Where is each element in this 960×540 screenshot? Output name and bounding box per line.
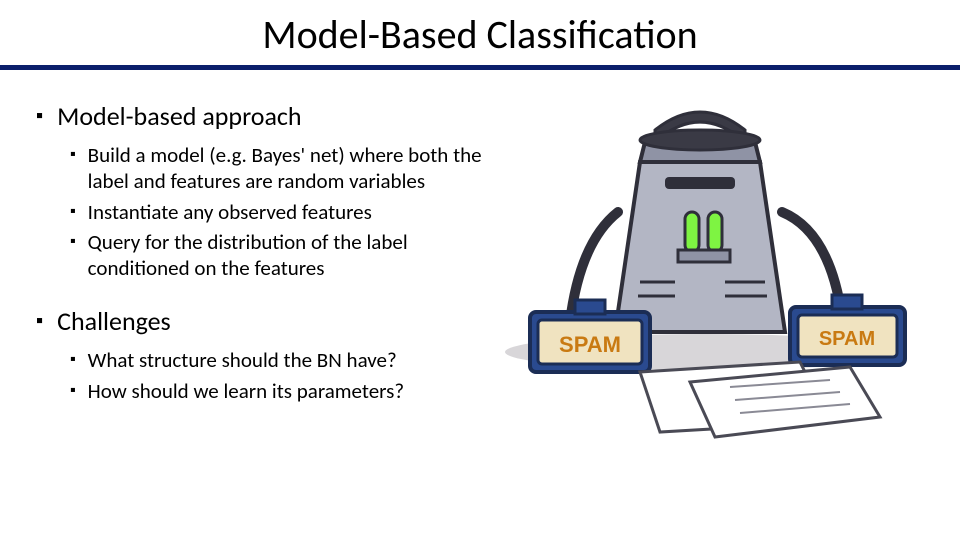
list-item-text: Build a model (e.g. Bayes' net) where bo… [88, 142, 490, 195]
title-rule [0, 65, 960, 70]
section-heading-text: Model-based approach [57, 100, 301, 132]
content-area: ▪ Model-based approach ▪ Build a model (… [0, 92, 960, 428]
bullet-icon: ▪ [70, 347, 76, 373]
list-item: ▪ How should we learn its parameters? [70, 378, 490, 404]
list-item-text: Query for the distribution of the label … [88, 229, 490, 282]
list-item-text: What structure should the BN have? [88, 347, 397, 373]
slide: Model-Based Classification ▪ Model-based… [0, 0, 960, 540]
robot-illustration: SPAM SPAM [490, 82, 920, 482]
bullet-icon: ▪ [70, 229, 76, 255]
slide-title: Model-Based Classification [0, 0, 960, 65]
section-heading-text: Challenges [57, 305, 171, 337]
section-items-0: ▪ Build a model (e.g. Bayes' net) where … [36, 142, 490, 281]
papers-icon [640, 362, 880, 437]
list-item: ▪ Build a model (e.g. Bayes' net) where … [70, 142, 490, 195]
list-item: ▪ Query for the distribution of the labe… [70, 229, 490, 282]
section-heading-0: ▪ Model-based approach [36, 100, 490, 132]
list-item-text: How should we learn its parameters? [88, 378, 404, 404]
bullet-icon: ▪ [36, 100, 43, 132]
list-item: ▪ Instantiate any observed features [70, 199, 490, 225]
robot-body-icon [570, 112, 842, 332]
text-column: ▪ Model-based approach ▪ Build a model (… [0, 92, 490, 428]
bullet-icon: ▪ [70, 199, 76, 225]
list-item: ▪ What structure should the BN have? [70, 347, 490, 373]
stamp-left-label: SPAM [559, 332, 621, 357]
bullet-icon: ▪ [70, 142, 76, 168]
bullet-icon: ▪ [36, 305, 43, 337]
section-heading-1: ▪ Challenges [36, 305, 490, 337]
stamp-right-label: SPAM [819, 328, 875, 350]
bullet-icon: ▪ [70, 378, 76, 404]
list-item-text: Instantiate any observed features [88, 199, 372, 225]
section-items-1: ▪ What structure should the BN have? ▪ H… [36, 347, 490, 404]
stamp-left-icon: SPAM [530, 300, 650, 372]
illustration-column: SPAM SPAM [490, 92, 960, 428]
stamp-right-icon: SPAM [790, 295, 905, 365]
